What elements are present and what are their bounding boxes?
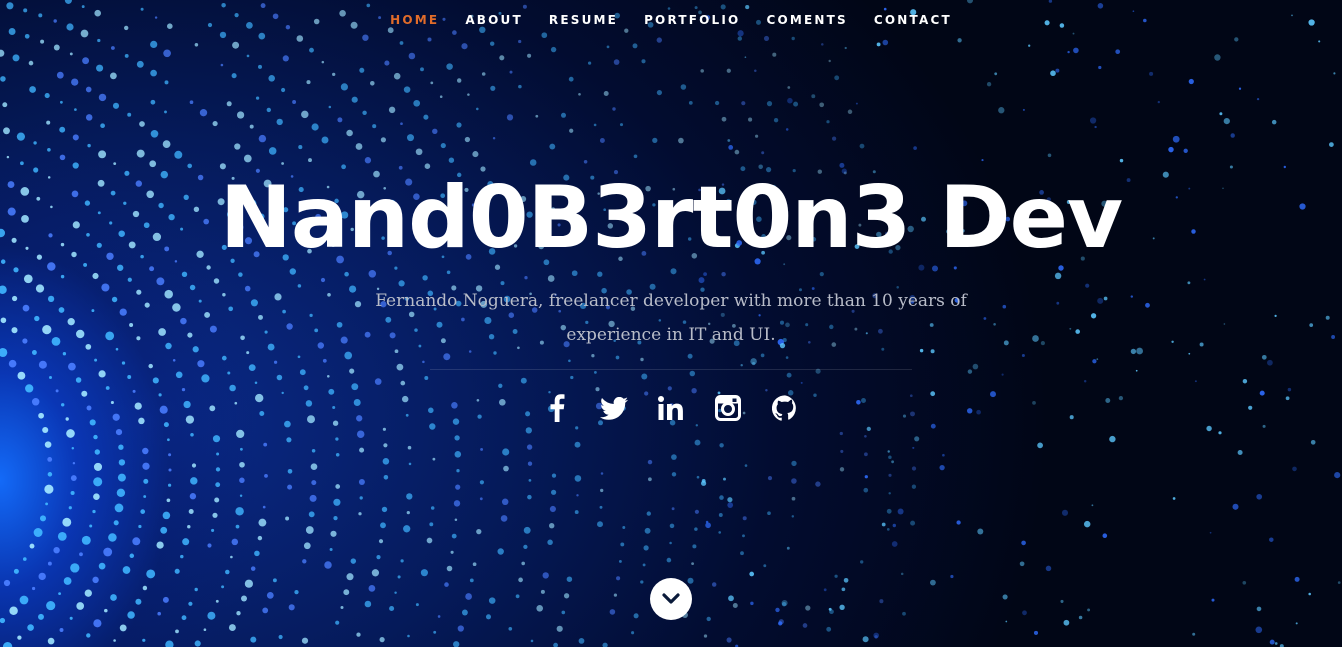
scroll-down-button[interactable] xyxy=(650,578,692,620)
hero-title: Nand0B3rt0n3 Dev xyxy=(219,168,1123,268)
linkedin-icon[interactable] xyxy=(657,393,685,423)
nav-contact[interactable]: CONTACT xyxy=(861,13,965,27)
hero-subtitle: Fernando Noguera, freelancer developer w… xyxy=(375,291,967,345)
facebook-icon[interactable] xyxy=(543,393,571,423)
nav-coments[interactable]: COMENTS xyxy=(753,13,860,27)
nav-portfolio[interactable]: PORTFOLIO xyxy=(631,13,753,27)
nav-resume[interactable]: RESUME xyxy=(536,13,631,27)
instagram-icon[interactable] xyxy=(714,393,742,423)
chevron-down-icon xyxy=(662,593,680,604)
main-nav: HOME ABOUT RESUME PORTFOLIO COMENTS CONT… xyxy=(0,0,1342,40)
twitter-icon[interactable] xyxy=(600,393,628,423)
github-icon[interactable] xyxy=(771,393,799,423)
nav-about[interactable]: ABOUT xyxy=(452,13,536,27)
divider xyxy=(430,369,912,370)
nav-home[interactable]: HOME xyxy=(377,13,452,27)
hero-section: HOME ABOUT RESUME PORTFOLIO COMENTS CONT… xyxy=(0,0,1342,647)
social-links xyxy=(0,393,1342,423)
